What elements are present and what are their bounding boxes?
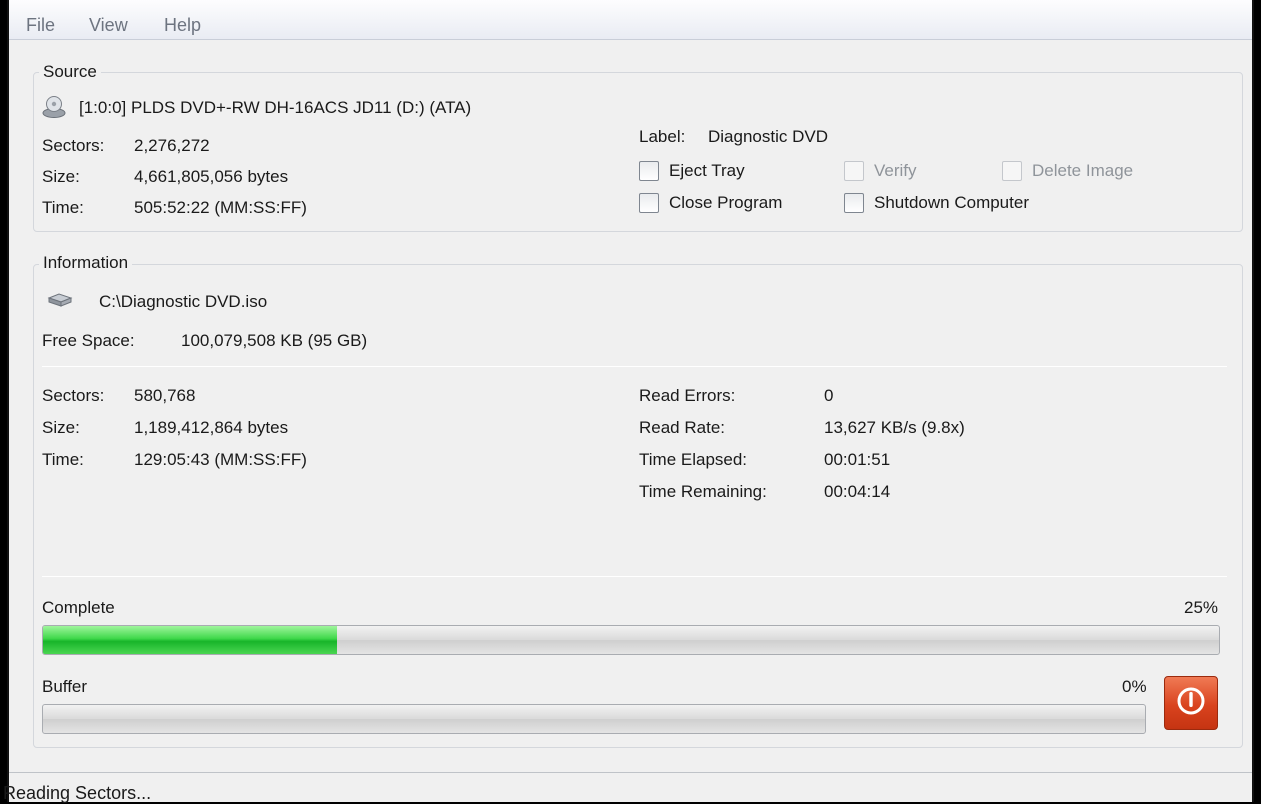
buffer-label: Buffer — [42, 677, 88, 696]
time-remaining-label: Time Remaining: — [639, 482, 767, 501]
time-remaining-value: 00:04:14 — [824, 482, 891, 501]
optical-drive-icon — [42, 95, 66, 124]
menu-file[interactable]: File — [26, 14, 55, 36]
information-title: Information — [39, 253, 133, 273]
status-text: Reading Sectors... — [3, 783, 152, 803]
source-size-value: 4,661,805,056 bytes — [134, 167, 289, 186]
free-space-label: Free Space: — [42, 331, 135, 350]
shutdown-computer-label[interactable]: Shutdown Computer — [874, 192, 1029, 214]
complete-progress-fill — [43, 626, 337, 654]
info-sectors-value: 580,768 — [134, 386, 196, 405]
time-elapsed-label: Time Elapsed: — [639, 450, 748, 469]
info-size-label: Size: — [42, 418, 80, 437]
close-program-label[interactable]: Close Program — [669, 192, 782, 214]
info-time-label: Time: — [42, 450, 84, 469]
power-icon — [1173, 683, 1209, 724]
close-program-checkbox[interactable] — [639, 193, 659, 213]
source-label-value: Diagnostic DVD — [708, 127, 828, 146]
source-label-label: Label: — [639, 127, 686, 146]
menu-bar: File View Help — [9, 0, 1252, 40]
app-window: File View Help Source [1:0:0] PLDS DVD+-… — [3, 0, 1254, 803]
info-time-value: 129:05:43 (MM:SS:FF) — [134, 450, 307, 469]
menu-help[interactable]: Help — [164, 14, 201, 36]
info-size-value: 1,189,412,864 bytes — [134, 418, 289, 437]
source-time-value: 505:52:22 (MM:SS:FF) — [134, 198, 307, 217]
info-sectors-label: Sectors: — [42, 386, 105, 405]
time-elapsed-value: 00:01:51 — [824, 450, 891, 469]
buffer-progress-bar — [42, 704, 1146, 734]
buffer-percent: 0% — [1122, 677, 1147, 696]
hard-disk-icon — [47, 292, 73, 313]
verify-checkbox[interactable] — [844, 161, 864, 181]
read-rate-value: 13,627 KB/s (9.8x) — [824, 418, 965, 437]
information-separator-top — [42, 366, 1227, 367]
stop-button[interactable] — [1164, 676, 1218, 730]
source-sectors-value: 2,276,272 — [134, 136, 210, 155]
source-title: Source — [39, 62, 101, 82]
status-bar: Reading Sectors... — [3, 772, 1252, 803]
image-file-path: C:\Diagnostic DVD.iso — [99, 292, 268, 311]
source-sectors-label: Sectors: — [42, 136, 105, 155]
complete-percent: 25% — [1184, 598, 1219, 617]
read-errors-label: Read Errors: — [639, 386, 736, 405]
information-separator-bottom — [42, 576, 1227, 577]
complete-label: Complete — [42, 598, 115, 617]
verify-label[interactable]: Verify — [874, 160, 917, 182]
read-errors-value: 0 — [824, 386, 834, 405]
read-rate-label: Read Rate: — [639, 418, 725, 437]
delete-image-label[interactable]: Delete Image — [1032, 160, 1133, 182]
eject-tray-label[interactable]: Eject Tray — [669, 160, 745, 182]
complete-progress-bar — [42, 625, 1220, 655]
shutdown-computer-checkbox[interactable] — [844, 193, 864, 213]
source-device-name: [1:0:0] PLDS DVD+-RW DH-16ACS JD11 (D:) … — [79, 98, 472, 117]
free-space-value: 100,079,508 KB (95 GB) — [181, 331, 368, 350]
source-time-label: Time: — [42, 198, 84, 217]
menu-view[interactable]: View — [89, 14, 128, 36]
source-size-label: Size: — [42, 167, 80, 186]
delete-image-checkbox[interactable] — [1002, 161, 1022, 181]
eject-tray-checkbox[interactable] — [639, 161, 659, 181]
